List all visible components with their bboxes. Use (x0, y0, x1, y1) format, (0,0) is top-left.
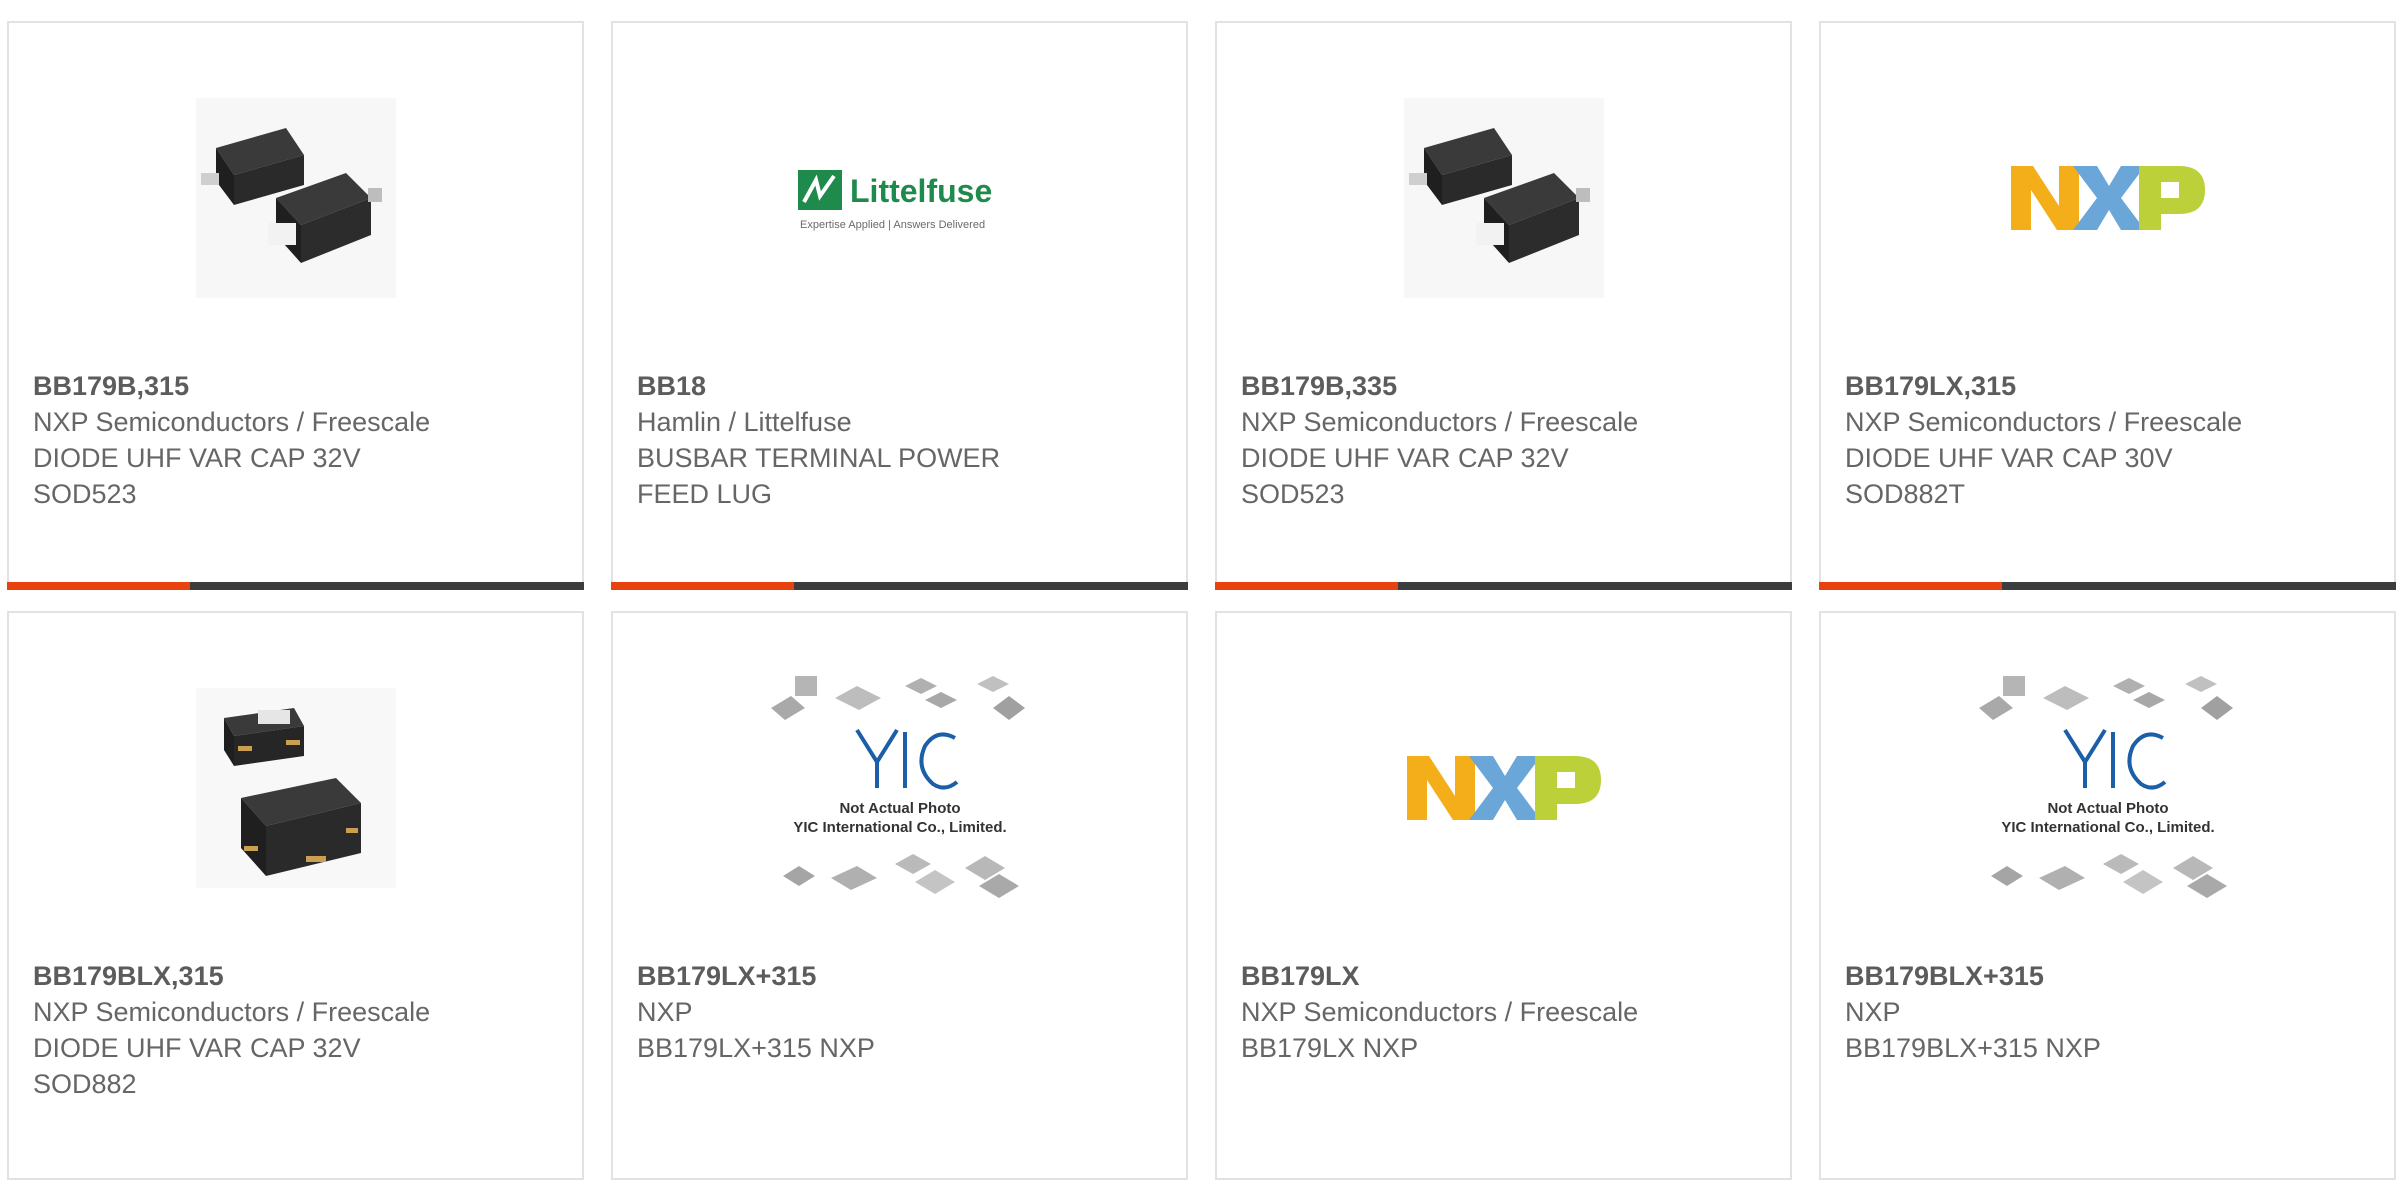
product-card[interactable]: Littelfuse Expertise Applied | Answers D… (611, 21, 1188, 590)
product-image[interactable]: Not Actual Photo YIC International Co., … (613, 663, 1186, 913)
logo-tagline: Expertise Applied | Answers Delivered (800, 219, 985, 231)
manufacturer: NXP Semiconductors / Freescale (1845, 407, 2243, 437)
description: BB179LX+315 NXP (637, 1033, 875, 1063)
placeholder-notice: Not Actual Photo (2047, 800, 2168, 817)
part-number[interactable]: BB179BLX,315 (33, 958, 562, 994)
littelfuse-logo: Littelfuse Expertise Applied | Answers D… (797, 170, 992, 231)
card-bottom-bar (1215, 582, 1792, 590)
card-bottom-bar (7, 582, 584, 590)
manufacturer: NXP Semiconductors / Freescale (1241, 997, 1639, 1027)
manufacturer: Hamlin / Littelfuse (637, 407, 852, 437)
product-image[interactable] (1217, 663, 1790, 913)
sod523-package-image (195, 98, 396, 298)
product-card[interactable]: BB179B,315 NXP Semiconductors / Freescal… (7, 21, 584, 590)
card-accent-bar (1215, 582, 1398, 590)
part-number[interactable]: BB179BLX+315 (1845, 958, 2374, 994)
description: DIODE UHF VAR CAP 32V SOD523 (33, 443, 361, 509)
description: BB179BLX+315 NXP (1845, 1033, 2101, 1063)
manufacturer: NXP Semiconductors / Freescale (33, 997, 431, 1027)
product-image[interactable] (9, 73, 582, 323)
part-number[interactable]: BB179B,335 (1241, 368, 1770, 404)
card-accent-bar (1819, 582, 2002, 590)
part-number[interactable]: BB18 (637, 368, 1166, 404)
product-card[interactable]: BB179BLX,315 NXP Semiconductors / Freesc… (7, 611, 584, 1180)
product-card[interactable]: BB179LX NXP Semiconductors / Freescale B… (1215, 611, 1792, 1180)
product-image[interactable]: Not Actual Photo YIC International Co., … (1821, 663, 2394, 913)
product-grid: BB179B,315 NXP Semiconductors / Freescal… (0, 0, 2400, 1180)
card-accent-bar (611, 582, 794, 590)
description: DIODE UHF VAR CAP 30V SOD882T (1845, 443, 2173, 509)
product-card[interactable]: Not Actual Photo YIC International Co., … (611, 611, 1188, 1180)
product-image[interactable] (9, 663, 582, 913)
description: BB179LX NXP (1241, 1033, 1419, 1063)
yic-placeholder-image: Not Actual Photo YIC International Co., … (1978, 676, 2233, 898)
logo-name: Littelfuse (850, 173, 992, 209)
part-number[interactable]: BB179LX (1241, 958, 1770, 994)
product-image[interactable]: Littelfuse Expertise Applied | Answers D… (613, 73, 1186, 323)
card-accent-bar (7, 582, 190, 590)
manufacturer: NXP Semiconductors / Freescale (33, 407, 431, 437)
manufacturer: NXP Semiconductors / Freescale (1241, 407, 1639, 437)
part-number[interactable]: BB179LX,315 (1845, 368, 2374, 404)
sod523-package-image (1403, 98, 1604, 298)
product-card[interactable]: BB179B,335 NXP Semiconductors / Freescal… (1215, 21, 1792, 590)
product-card[interactable]: Not Actual Photo YIC International Co., … (1819, 611, 2396, 1180)
yic-placeholder-image: Not Actual Photo YIC International Co., … (770, 676, 1025, 898)
nxp-logo (2010, 166, 2205, 230)
nxp-logo (1406, 756, 1601, 820)
product-image[interactable] (1821, 73, 2394, 323)
product-image[interactable] (1217, 73, 1790, 323)
placeholder-company: YIC International Co., Limited. (793, 819, 1006, 836)
placeholder-company: YIC International Co., Limited. (2001, 819, 2214, 836)
sod882-package-image (195, 688, 396, 888)
description: BUSBAR TERMINAL POWER FEED LUG (637, 443, 1001, 509)
manufacturer: NXP (1845, 997, 1901, 1027)
manufacturer: NXP (637, 997, 693, 1027)
card-bottom-bar (1819, 582, 2396, 590)
placeholder-notice: Not Actual Photo (839, 800, 960, 817)
part-number[interactable]: BB179LX+315 (637, 958, 1166, 994)
part-number[interactable]: BB179B,315 (33, 368, 562, 404)
description: DIODE UHF VAR CAP 32V SOD523 (1241, 443, 1569, 509)
card-bottom-bar (611, 582, 1188, 590)
product-card[interactable]: BB179LX,315 NXP Semiconductors / Freesca… (1819, 21, 2396, 590)
description: DIODE UHF VAR CAP 32V SOD882 (33, 1033, 361, 1099)
